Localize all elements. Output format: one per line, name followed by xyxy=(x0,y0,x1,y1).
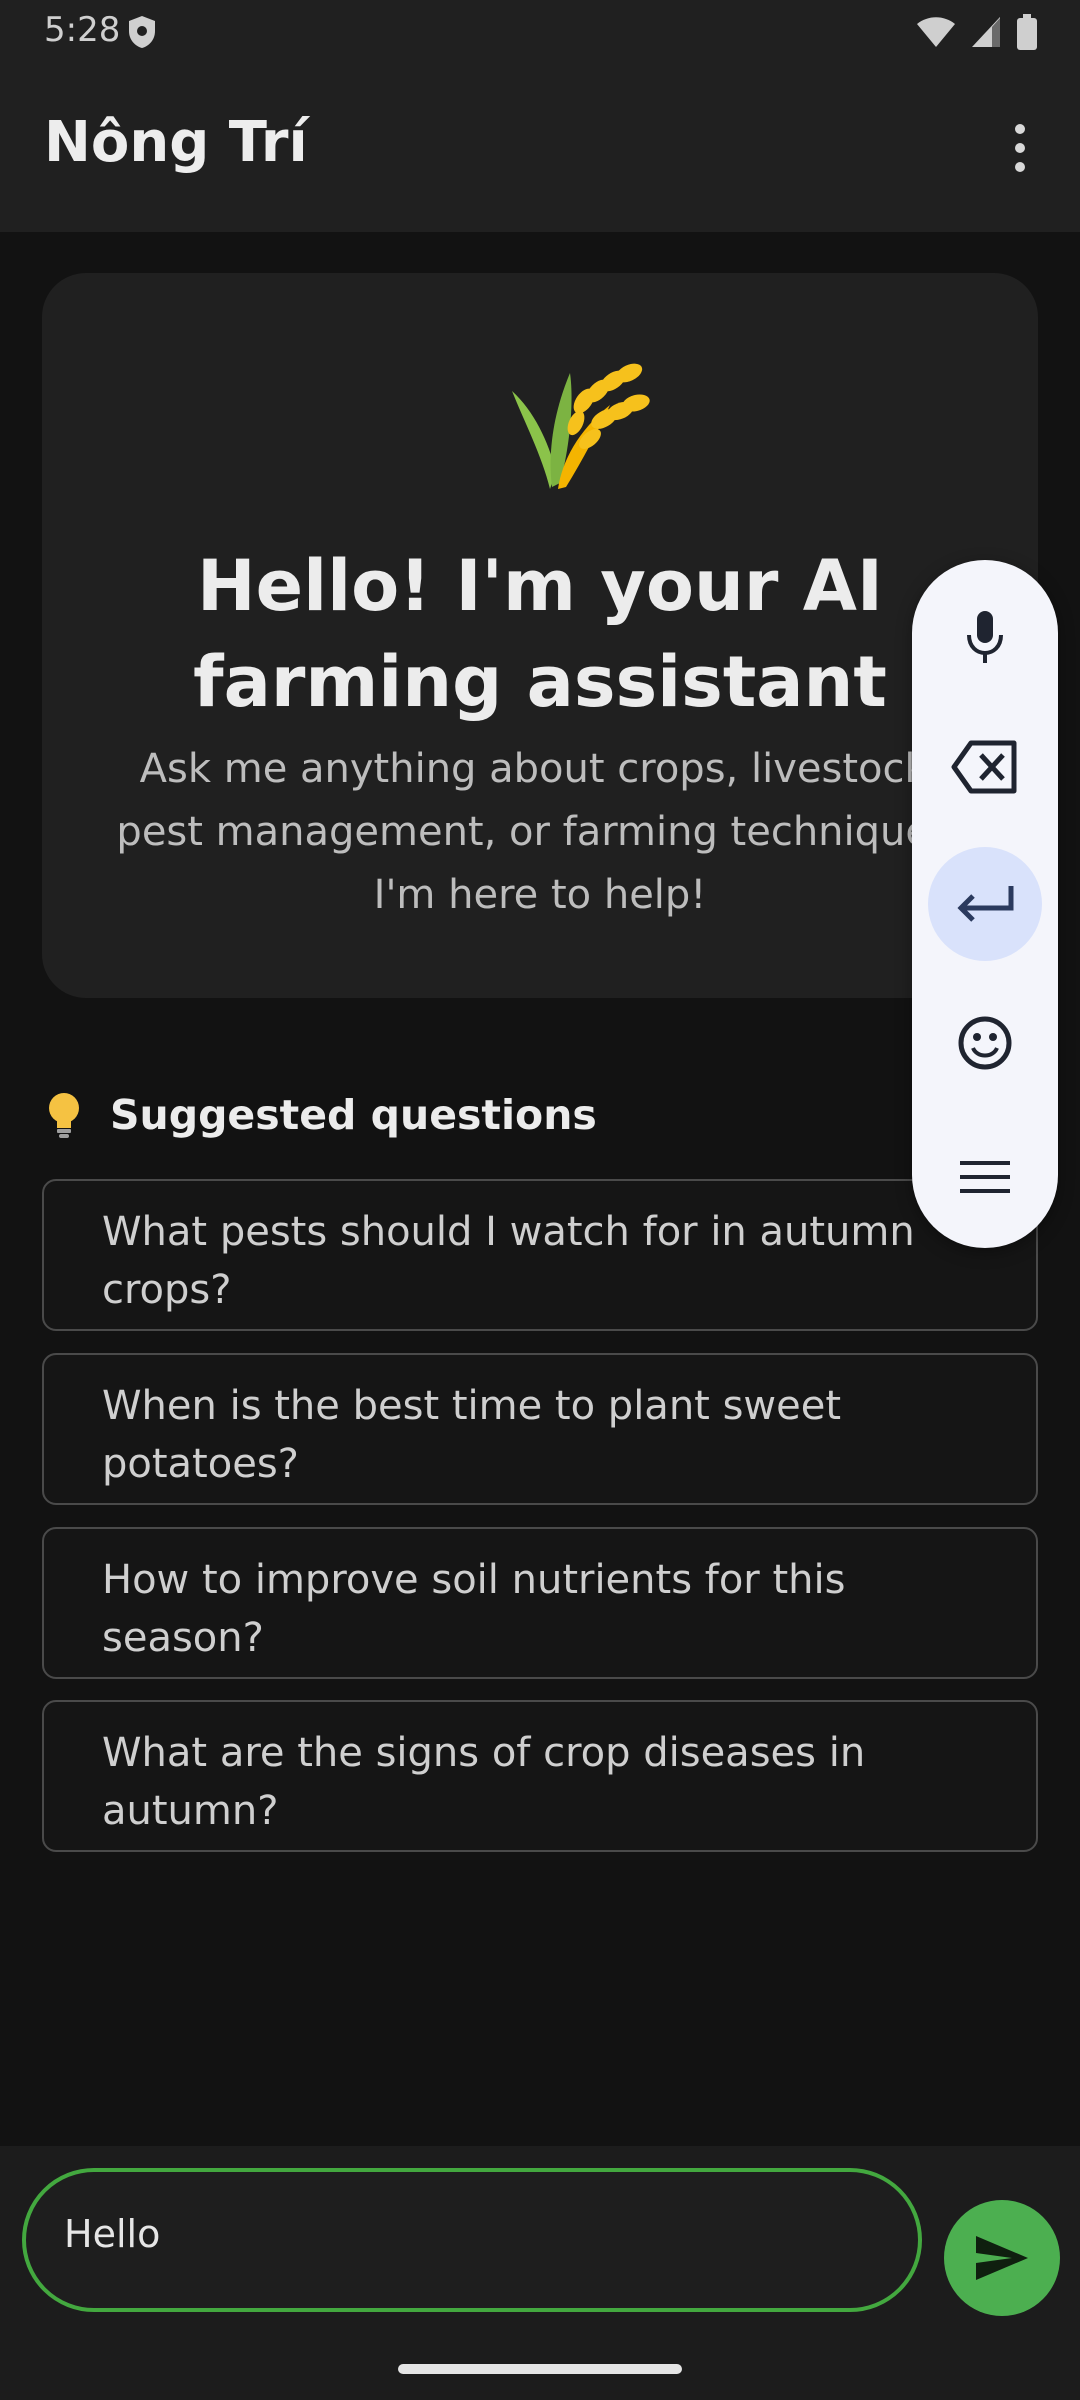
welcome-title: Hello! I'm your AI farming assistant xyxy=(193,545,887,723)
menu-button[interactable] xyxy=(928,1120,1042,1234)
menu-icon xyxy=(960,1161,1010,1193)
suggestion-item[interactable]: What are the signs of crop diseases in a… xyxy=(42,1700,1038,1852)
keyboard-toolbar xyxy=(912,560,1058,1248)
suggested-header: Suggested questions xyxy=(44,1090,597,1140)
shield-icon xyxy=(129,16,155,48)
enter-button[interactable] xyxy=(928,847,1042,961)
more-vert-icon[interactable] xyxy=(1000,118,1040,178)
emoji-button[interactable] xyxy=(928,986,1042,1100)
suggestion-item[interactable]: When is the best time to plant sweet pot… xyxy=(42,1353,1038,1505)
suggestion-item[interactable]: How to improve soil nutrients for this s… xyxy=(42,1527,1038,1679)
backspace-icon xyxy=(951,740,1017,794)
emoji-icon xyxy=(958,1016,1012,1070)
send-icon xyxy=(976,2236,1028,2280)
app-bar: Nông Trí xyxy=(0,62,1080,232)
suggested-title: Suggested questions xyxy=(110,1091,597,1139)
home-indicator[interactable] xyxy=(398,2364,682,2374)
message-input-value[interactable]: Hello xyxy=(64,2212,160,2256)
suggestion-item[interactable]: What pests should I watch for in autumn … xyxy=(42,1179,1038,1331)
enter-icon xyxy=(957,886,1014,922)
message-input[interactable]: Hello xyxy=(22,2168,922,2312)
app-screen: 5:28 Nông Trí Hello! I'm your AI farming… xyxy=(0,0,1080,2400)
lightbulb-icon xyxy=(49,1093,79,1138)
app-title: Nông Trí xyxy=(44,110,308,175)
welcome-subtitle: Ask me anything about crops, livestock, … xyxy=(116,746,964,918)
welcome-card: Hello! I'm your AI farming assistant Ask… xyxy=(42,273,1038,998)
signal-icon xyxy=(972,17,1000,47)
microphone-icon xyxy=(967,611,1003,663)
backspace-button[interactable] xyxy=(928,710,1042,824)
send-button[interactable] xyxy=(944,2200,1060,2316)
wheat-icon xyxy=(512,363,650,489)
wifi-icon xyxy=(917,17,955,47)
status-bar: 5:28 xyxy=(0,0,1080,62)
status-time: 5:28 xyxy=(44,10,121,50)
battery-icon xyxy=(1017,14,1037,50)
microphone-button[interactable] xyxy=(928,580,1042,694)
